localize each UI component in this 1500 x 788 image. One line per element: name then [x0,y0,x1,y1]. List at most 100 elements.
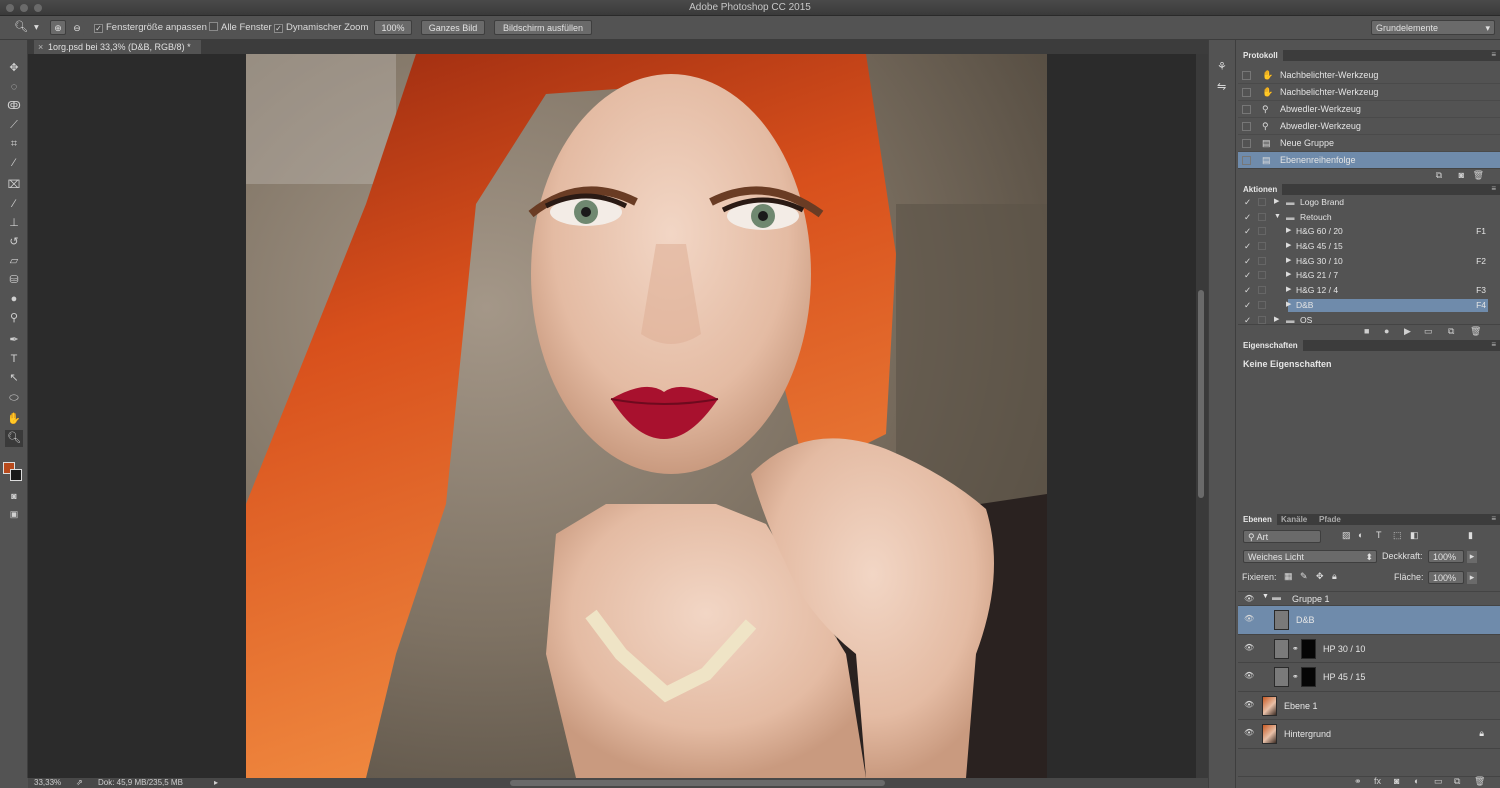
history-item[interactable]: ✋ Nachbelichter-Werkzeug [1238,67,1500,84]
lock-position-icon[interactable]: ✥ [1316,571,1324,582]
zoom-100-button[interactable]: 100% [374,20,412,35]
action-item[interactable]: ✓ ▶ H&G 30 / 10 F2 [1238,254,1500,269]
scrollbar-thumb[interactable] [1198,290,1204,498]
brush-tool-icon[interactable]: ∕ [5,196,23,213]
filter-shape-icon[interactable]: ⬚ [1393,530,1402,541]
layer-filter-select[interactable]: ⚲ Art [1243,530,1321,543]
checkmark-icon[interactable]: ✓ [1244,283,1251,297]
checkmark-icon[interactable]: ✓ [1244,268,1251,282]
new-group-icon[interactable]: ▭ [1434,776,1443,787]
marquee-tool-icon[interactable]: ◌ [5,79,23,96]
clone-stamp-tool-icon[interactable]: ⊥ [5,215,23,232]
layer-name[interactable]: Ebene 1 [1284,701,1318,712]
checkmark-icon[interactable]: ✓ [1244,239,1251,253]
layer-group-row[interactable]: 👁︎ ▼ ▬ Gruppe 1 [1238,592,1500,606]
snapshot-source-checkbox[interactable] [1242,88,1251,97]
expand-triangle-right-icon[interactable]: ▶ [1286,254,1291,268]
expand-triangle-right-icon[interactable]: ▶ [1286,268,1291,282]
hand-tool-icon[interactable]: ✋ [5,411,23,428]
layer-style-icon[interactable]: fx [1374,776,1381,786]
action-item[interactable]: ✓ ▶ D&B F4 [1238,298,1500,313]
action-set[interactable]: ✓ ▼ ▬ Retouch [1238,210,1500,225]
horizontal-scrollbar-thumb[interactable] [510,780,885,786]
checkmark-icon[interactable]: ✓ [1244,298,1251,312]
action-item[interactable]: ✓ ▶ H&G 12 / 4 F3 [1238,283,1500,298]
path-selection-tool-icon[interactable]: ↖ [5,370,23,387]
layer-mask-thumbnail[interactable] [1301,667,1316,687]
expand-triangle-right-icon[interactable]: ▶ [1286,283,1291,297]
dialog-toggle-checkbox[interactable] [1258,227,1266,236]
new-document-from-state-icon[interactable]: ⧉ [1436,170,1442,181]
panel-menu-icon[interactable]: ≡ [1491,340,1496,349]
add-mask-icon[interactable]: ◙ [1394,776,1399,786]
history-item[interactable]: ▤ Ebenenreihenfolge [1238,152,1500,169]
layer-name[interactable]: Gruppe 1 [1292,594,1330,605]
trash-icon[interactable]: 🗑︎ [1473,170,1484,181]
dialog-toggle-checkbox[interactable] [1258,315,1266,324]
pen-tool-icon[interactable]: ✒ [5,332,23,349]
action-item[interactable]: ✓ ▶ H&G 21 / 7 [1238,268,1500,283]
document-tab[interactable]: × 1org.psd bei 33,3% (D&B, RGB/8) * [34,40,201,54]
fit-window-checkbox[interactable]: ✓ Fenstergröße anpassen [94,21,207,35]
layer-name[interactable]: HP 30 / 10 [1323,644,1365,655]
layer-row[interactable]: 👁︎ ⚭ HP 45 / 15 [1238,663,1500,692]
lasso-tool-icon[interactable]: ↂ [5,98,23,115]
ellipse-tool-icon[interactable]: ⬭ [5,390,23,407]
snapshot-source-checkbox[interactable] [1242,71,1251,80]
stop-icon[interactable]: ■ [1364,326,1369,336]
record-icon[interactable]: ● [1384,326,1389,336]
dialog-toggle-checkbox[interactable] [1258,300,1266,309]
snapshot-source-checkbox[interactable] [1242,156,1251,165]
dialog-toggle-checkbox[interactable] [1258,286,1266,295]
fill-dropdown-icon[interactable]: ▸ [1467,572,1477,584]
fit-screen-button[interactable]: Ganzes Bild [421,20,485,35]
new-set-icon[interactable]: ▭ [1424,326,1433,337]
expand-triangle-right-icon[interactable]: ▶ [1274,195,1279,209]
blend-mode-select[interactable]: Weiches Licht ⬍ [1243,550,1377,563]
new-adjustment-icon[interactable]: ◐ [1414,776,1419,786]
canvas-area[interactable] [28,54,1196,778]
trash-icon[interactable]: 🗑︎ [1470,326,1481,337]
close-tab-icon[interactable]: × [38,40,43,54]
new-layer-icon[interactable]: ⧉ [1454,776,1460,787]
filter-toggle-icon[interactable]: ▮ [1468,530,1473,541]
expand-triangle-right-icon[interactable]: ▶ [1286,239,1291,253]
preset-dropdown-icon[interactable]: ▾ [34,21,39,35]
quick-selection-tool-icon[interactable]: ⟋ [5,117,23,134]
expand-triangle-right-icon[interactable]: ▶ [1286,224,1291,238]
opacity-dropdown-icon[interactable]: ▸ [1467,551,1477,563]
new-action-icon[interactable]: ⧉ [1448,326,1454,337]
layer-row[interactable]: 👁︎ Ebene 1 [1238,692,1500,720]
mask-link-icon[interactable]: ⚭ [1292,672,1299,681]
lock-all-icon[interactable]: 🔒︎ [1332,571,1337,582]
brush-presets-icon[interactable]: ⚘ [1217,60,1227,73]
tab-paths[interactable]: Pfade [1314,514,1346,525]
eyedropper-tool-icon[interactable]: ⁄ [5,155,23,172]
layer-name[interactable]: HP 45 / 15 [1323,672,1365,683]
export-icon[interactable]: ⇗ [76,778,83,788]
history-item[interactable]: ⚲ Abwedler-Werkzeug [1238,118,1500,135]
layer-row[interactable]: 👁︎ ⚭ HP 30 / 10 [1238,635,1500,663]
snapshot-source-checkbox[interactable] [1242,122,1251,131]
opacity-field[interactable]: 100% [1428,550,1464,563]
dialog-toggle-checkbox[interactable] [1258,256,1266,265]
link-layers-icon[interactable]: ⚭ [1354,776,1362,787]
dodge-tool-icon[interactable]: ⚲ [5,310,23,327]
paint-bucket-tool-icon[interactable]: ⛁ [5,272,23,289]
status-menu-icon[interactable]: ▸ [214,778,218,788]
expand-triangle-down-icon[interactable]: ▼ [1274,210,1281,224]
lock-pixels-icon[interactable]: ✎ [1300,571,1308,582]
portrait-image[interactable] [246,54,1047,778]
zoom-readout[interactable]: 33,33% [34,778,61,788]
history-brush-tool-icon[interactable]: ↺ [5,234,23,251]
panel-menu-icon[interactable]: ≡ [1491,50,1496,59]
adjustments-icon[interactable]: ⇋ [1217,80,1226,93]
panel-menu-icon[interactable]: ≡ [1491,514,1496,523]
history-item[interactable]: ▤ Neue Gruppe [1238,135,1500,152]
checkmark-icon[interactable]: ✓ [1244,195,1251,209]
tab-layers[interactable]: Ebenen [1238,514,1277,525]
layer-mask-thumbnail[interactable] [1301,638,1316,659]
snapshot-source-checkbox[interactable] [1242,105,1251,114]
visibility-eye-icon[interactable]: 👁︎ [1244,595,1254,603]
tab-properties[interactable]: Eigenschaften [1238,340,1303,351]
